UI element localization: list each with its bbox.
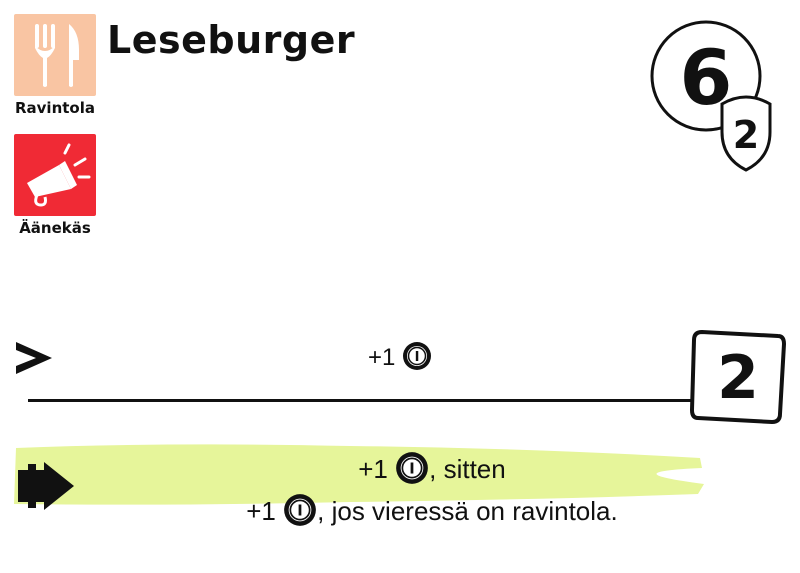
svg-text:I: I	[297, 503, 302, 520]
effect-prefix: +1	[367, 344, 396, 371]
tag-loud: Äänekäs	[14, 134, 96, 237]
svg-text:I: I	[415, 350, 420, 365]
tag-label-restaurant: Ravintola	[14, 99, 95, 117]
bonus-line-1: +1 I , sitten	[0, 448, 800, 490]
score-box: 2	[689, 329, 787, 425]
bonus-text: +1 I , sitten +1 I , jos vieressä on rav…	[0, 448, 800, 532]
bonus-line-2: +1 I , jos vieressä on ravintola.	[0, 490, 800, 532]
bonus-line1-prefix: +1	[358, 454, 388, 484]
tag-restaurant: Ravintola	[14, 14, 96, 117]
bonus-line1-suffix: , sitten	[429, 454, 506, 484]
card-title: Leseburger	[107, 18, 356, 62]
coin-icon: I	[396, 452, 429, 484]
cost-badge: 6 2	[650, 20, 772, 172]
megaphone-icon	[27, 143, 91, 207]
restaurant-tag-box	[14, 14, 96, 96]
divider-line	[28, 399, 700, 402]
coin-icon: I	[403, 341, 432, 370]
fork-knife-icon	[35, 24, 79, 87]
coin-icon: I	[284, 494, 317, 526]
loud-tag-box	[14, 134, 96, 216]
cost-sub-number: 2	[733, 113, 759, 157]
score-number: 2	[717, 343, 759, 413]
bonus-line2-prefix: +1	[246, 496, 276, 526]
bonus-line2-suffix: , jos vieressä on ravintola.	[317, 496, 618, 526]
effect-row: +1 I	[0, 340, 800, 376]
svg-text:I: I	[409, 461, 414, 478]
tag-label-loud: Äänekäs	[19, 219, 91, 237]
